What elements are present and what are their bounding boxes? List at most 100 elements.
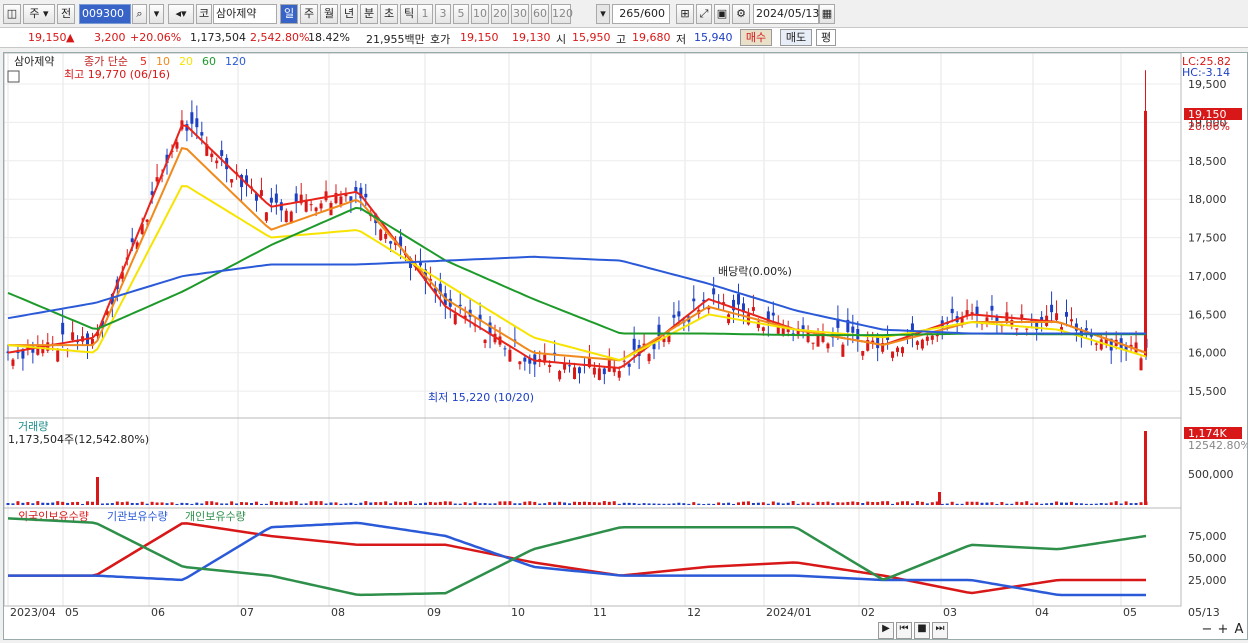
interval-tab[interactable]: 60 — [531, 4, 549, 24]
candle-body — [920, 339, 924, 349]
volume-bar — [756, 502, 760, 505]
calendar-icon[interactable]: ▦ — [819, 4, 835, 24]
interval-tab[interactable]: 30 — [511, 4, 529, 24]
interval-tab[interactable]: 10 — [471, 4, 489, 24]
search-icon[interactable]: ⌕ — [132, 4, 147, 24]
volume-bar — [1124, 501, 1128, 505]
period-tab[interactable]: 분 — [360, 4, 378, 24]
period-tab[interactable]: 틱 — [400, 4, 418, 24]
volume-bar — [1045, 503, 1049, 505]
period-tab[interactable]: 월 — [320, 4, 338, 24]
speaker-icon[interactable]: ◂▾ — [168, 4, 194, 24]
volume-bar — [682, 503, 686, 505]
save-icon[interactable]: ▣ — [714, 4, 730, 24]
volume-bar — [389, 503, 393, 505]
period-tab[interactable]: 초 — [380, 4, 398, 24]
volume-bar — [299, 503, 303, 505]
volume-bar — [100, 503, 104, 505]
gear-icon[interactable]: ⚙ — [732, 4, 750, 24]
exchange-label[interactable]: 코 — [196, 4, 212, 24]
high-label: 고 — [616, 33, 627, 46]
volume-bar — [856, 502, 860, 505]
volume-bar — [652, 503, 656, 505]
price-tick-label: 19,500 — [1188, 78, 1227, 91]
period-tab[interactable]: 년 — [340, 4, 358, 24]
chevron-down-icon[interactable]: ▾ — [596, 4, 610, 24]
candle-body — [284, 210, 288, 223]
volume-bar — [826, 501, 830, 505]
volume-bar — [1025, 501, 1029, 505]
candle-body — [279, 202, 283, 211]
candle-body — [806, 332, 810, 343]
volume-bar — [309, 501, 313, 505]
volume-bar — [409, 501, 413, 505]
period-tab[interactable]: 일 — [280, 4, 298, 24]
zoom-button[interactable]: − — [1200, 622, 1214, 639]
candle-body — [215, 160, 219, 164]
stock-chart-window: { "toolbar":{ "type_label":"주","prev_lab… — [0, 0, 1248, 643]
volume-bar — [597, 502, 601, 505]
candle-body — [891, 351, 895, 358]
count-input[interactable]: 265/600 — [612, 4, 670, 24]
stock-name[interactable]: 삼아제약 — [213, 4, 277, 24]
volume-bar — [722, 503, 726, 505]
interval-tab[interactable]: 3 — [435, 4, 451, 24]
nav-button[interactable]: ⏮ — [896, 622, 912, 639]
draw-icon[interactable]: ⤢ — [696, 4, 712, 24]
volume-bar — [374, 502, 378, 505]
volume-bar — [105, 503, 109, 505]
candle-body — [558, 371, 562, 380]
volume-bar — [145, 503, 149, 505]
volume-bar — [587, 501, 591, 505]
volume-bar — [568, 503, 572, 505]
date-input[interactable]: 2024/05/13 — [753, 4, 819, 24]
prev-button[interactable]: 전 — [57, 4, 75, 24]
nav-button[interactable]: ■ — [914, 622, 930, 639]
volume-value: 1,173,504주(12,542.80%) — [8, 433, 149, 446]
avg-button[interactable]: 평 — [816, 29, 836, 46]
volume-bar — [876, 502, 880, 505]
stock-code-input[interactable]: 009300 — [79, 4, 131, 24]
chart-area[interactable]: 삼아제약 종가 단순 5 10 20 60 120 최고 19,770 (06/16) … — [3, 52, 1248, 640]
volume-bar — [71, 502, 75, 505]
interval-tab[interactable]: 120 — [551, 4, 573, 24]
candle-body — [746, 314, 750, 325]
interval-tab[interactable]: 20 — [491, 4, 509, 24]
volume-bar — [210, 501, 214, 505]
holding-line — [8, 522, 1146, 595]
chart-svg[interactable]: 삼아제약 종가 단순 5 10 20 60 120 최고 19,770 (06/16) … — [3, 52, 1248, 639]
volume-bar — [205, 501, 209, 505]
x-tick-label: 09 — [427, 606, 441, 619]
up-arrow-icon: ▲ — [66, 31, 75, 44]
volume-bar — [632, 503, 636, 505]
chevron-down-icon[interactable]: ▾ — [149, 4, 164, 24]
volume-bar — [220, 503, 224, 505]
candle-icon[interactable]: ⊞ — [676, 4, 694, 24]
volume-bar — [900, 501, 904, 505]
volume-bar — [230, 501, 234, 505]
volume-bar — [558, 501, 562, 505]
sell-button[interactable]: 매도 — [780, 29, 812, 46]
candle-body — [876, 337, 880, 349]
volume-bar — [1050, 502, 1054, 505]
interval-tab[interactable]: 5 — [453, 4, 469, 24]
candle-body — [816, 334, 820, 347]
candle-body — [190, 112, 194, 124]
nav-button[interactable]: ▶ — [878, 622, 894, 639]
type-select[interactable]: 주 ▾ — [23, 4, 55, 24]
candle-body — [518, 361, 522, 365]
candle-body — [712, 288, 716, 295]
volume-bar — [1104, 503, 1108, 505]
zoom-button[interactable]: A — [1232, 622, 1246, 639]
buy-button[interactable]: 매수 — [740, 29, 772, 46]
nav-button[interactable]: ⏭ — [932, 622, 948, 639]
volume-bar — [622, 502, 626, 505]
zoom-button[interactable]: + — [1216, 622, 1230, 639]
period-tab[interactable]: 주 — [300, 4, 318, 24]
table-icon[interactable] — [7, 70, 20, 83]
volume-bar — [26, 502, 30, 505]
candle-body — [389, 241, 393, 244]
interval-tab[interactable]: 1 — [417, 4, 433, 24]
window-icon[interactable]: ◫ — [3, 4, 21, 24]
candle-body — [573, 367, 577, 380]
